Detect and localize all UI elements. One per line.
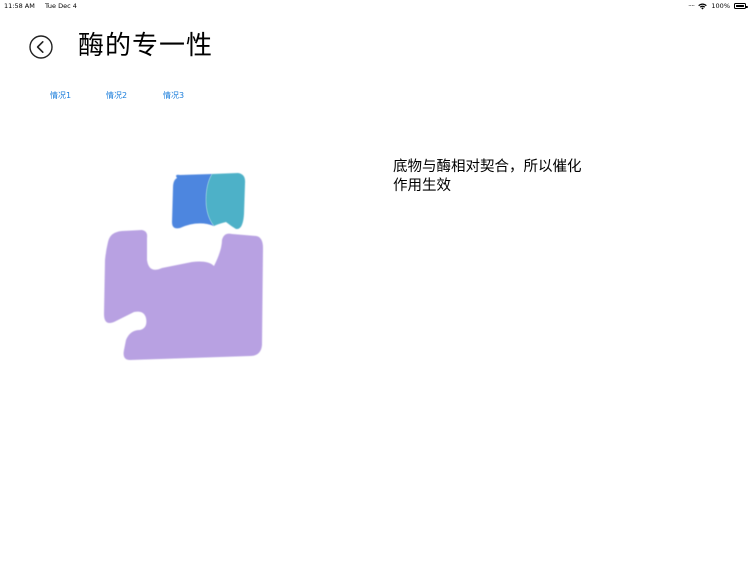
description-line-1: 底物与酶相对契合，所以催化 <box>393 159 582 175</box>
tab-case-3[interactable]: 情况3 <box>163 90 184 102</box>
status-left: 11:58 AM Tue Dec 4 <box>4 0 85 12</box>
battery-icon <box>734 3 748 9</box>
substrate-right-half <box>206 173 246 230</box>
cellular-dots-icon: ···· <box>688 2 695 10</box>
status-time: 11:58 AM <box>4 2 35 10</box>
description-text: 底物与酶相对契合，所以催化 作用生效 <box>393 158 608 196</box>
tab-case-1[interactable]: 情况1 <box>50 90 71 102</box>
substrate-shape <box>172 173 246 230</box>
battery-fill <box>736 5 744 7</box>
case-tabs: 情况1 情况2 情况3 <box>0 90 300 102</box>
chevron-left-circle-icon <box>29 35 53 59</box>
status-bar: 11:58 AM Tue Dec 4 ···· 100% <box>0 0 750 12</box>
page-title: 酶的专一性 <box>78 31 214 61</box>
back-button[interactable] <box>29 35 53 59</box>
illustration-canvas <box>104 173 263 360</box>
enzyme-substrate-illustration <box>100 170 270 365</box>
enzyme-shape <box>104 230 263 360</box>
status-right: ···· 100% <box>688 0 748 12</box>
wifi-icon <box>698 3 708 9</box>
battery-percent: 100% <box>711 2 730 10</box>
tab-case-2[interactable]: 情况2 <box>106 90 127 102</box>
description-line-2: 作用生效 <box>393 178 451 194</box>
status-date: Tue Dec 4 <box>44 2 77 10</box>
